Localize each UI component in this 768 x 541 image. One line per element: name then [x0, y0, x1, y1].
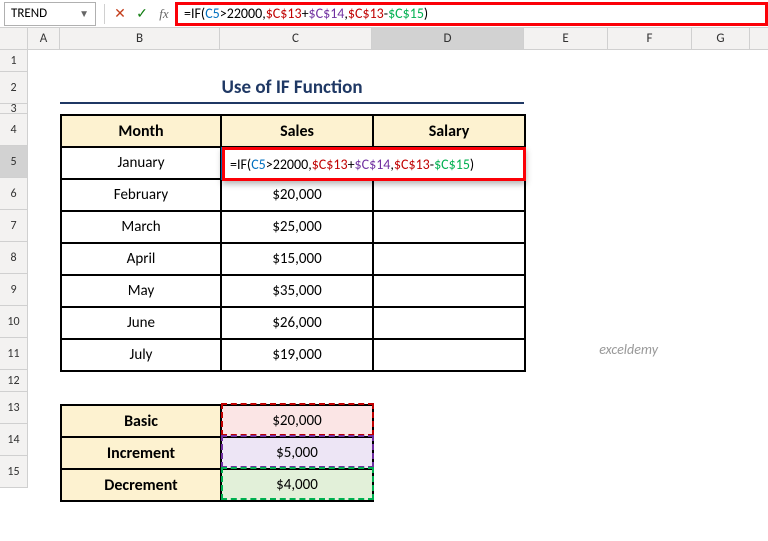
th-basic[interactable]: Basic [61, 405, 221, 437]
cell-salary[interactable] [373, 307, 525, 339]
cell-salary[interactable] [373, 179, 525, 211]
row-header[interactable]: 5 [0, 146, 28, 178]
cell-salary[interactable] [373, 339, 525, 371]
col-header-B[interactable]: B [60, 28, 220, 49]
th-increment[interactable]: Increment [61, 437, 221, 469]
row-header[interactable]: 3 [0, 104, 28, 114]
row-header[interactable]: 7 [0, 210, 28, 242]
cell-sales[interactable]: $25,000 [221, 211, 373, 243]
row-header[interactable]: 8 [0, 242, 28, 274]
row-header[interactable]: 9 [0, 274, 28, 306]
watermark: exceldemy [599, 341, 658, 358]
row-header[interactable]: 12 [0, 370, 28, 392]
row-header[interactable]: 13 [0, 392, 28, 424]
spreadsheet-grid: A B C D E F G 1 2 3 4 5 6 7 8 9 10 11 12… [0, 28, 768, 488]
cancel-icon[interactable]: ✕ [109, 3, 131, 25]
th-decrement[interactable]: Decrement [61, 469, 221, 501]
cells-area[interactable]: 1 2 3 4 5 6 7 8 9 10 11 12 13 14 15 Use … [0, 50, 768, 488]
column-headers: A B C D E F G [0, 28, 768, 50]
cell-month[interactable]: April [61, 243, 221, 275]
cell-salary[interactable] [373, 275, 525, 307]
col-header-C[interactable]: C [220, 28, 372, 49]
separator [104, 4, 105, 24]
page-title: Use of IF Function [60, 72, 524, 104]
row-header[interactable]: 1 [0, 50, 28, 72]
confirm-icon[interactable]: ✓ [131, 3, 153, 25]
row-header[interactable]: 10 [0, 306, 28, 338]
formula-input[interactable]: =IF(C5>22000,$C$13+$C$14,$C$13-$C$15) [175, 2, 768, 26]
row-header[interactable]: 11 [0, 338, 28, 370]
cell-sales[interactable]: $20,000 [221, 179, 373, 211]
cell-sales[interactable]: $15,000 [221, 243, 373, 275]
cell-month[interactable]: July [61, 339, 221, 371]
row-header[interactable]: 14 [0, 424, 28, 456]
row-header[interactable]: 15 [0, 456, 28, 488]
fx-icon[interactable]: fx [153, 3, 175, 25]
th-sales[interactable]: Sales [221, 115, 373, 147]
active-cell-formula[interactable]: =IF(C5>22000,$C$13+$C$14,$C$13-$C$15) [222, 147, 526, 181]
th-salary[interactable]: Salary [373, 115, 525, 147]
cell-month[interactable]: March [61, 211, 221, 243]
th-month[interactable]: Month [61, 115, 221, 147]
cell-month[interactable]: June [61, 307, 221, 339]
cell-sales[interactable]: $35,000 [221, 275, 373, 307]
select-all-corner[interactable] [0, 28, 28, 49]
row-header[interactable]: 4 [0, 114, 28, 146]
row-header[interactable]: 2 [0, 72, 28, 104]
col-header-F[interactable]: F [608, 28, 692, 49]
name-box-value: TREND [11, 6, 47, 21]
cell-sales[interactable]: $26,000 [221, 307, 373, 339]
col-header-G[interactable]: G [692, 28, 750, 49]
chevron-down-icon[interactable]: ▼ [79, 7, 89, 20]
reference-highlight-c15 [221, 467, 374, 500]
cell-month[interactable]: May [61, 275, 221, 307]
cell-salary[interactable] [373, 243, 525, 275]
cell-month[interactable]: February [61, 179, 221, 211]
col-header-D[interactable]: D [372, 28, 524, 49]
reference-highlight-c14 [221, 435, 374, 468]
name-box[interactable]: TREND ▼ [4, 2, 96, 26]
formula-bar: TREND ▼ ✕ ✓ fx =IF(C5>22000,$C$13+$C$14,… [0, 0, 768, 28]
cell-month[interactable]: January [61, 147, 221, 179]
reference-highlight-c13 [221, 403, 374, 436]
cell-salary[interactable] [373, 211, 525, 243]
cell-sales[interactable]: $19,000 [221, 339, 373, 371]
row-header[interactable]: 6 [0, 178, 28, 210]
col-header-A[interactable]: A [28, 28, 60, 49]
col-header-E[interactable]: E [524, 28, 608, 49]
